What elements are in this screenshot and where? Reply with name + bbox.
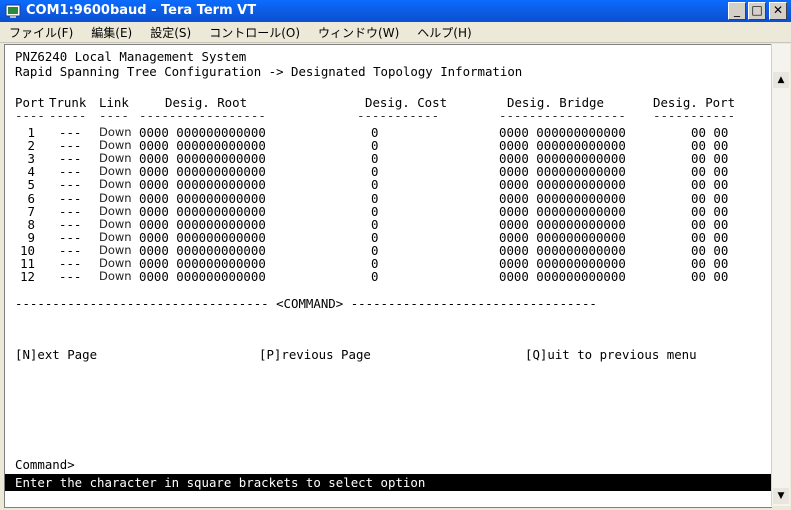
teraterm-app-icon (5, 4, 21, 18)
window-titlebar: COM1:9600baud - Tera Term VT _ □ ✕ (0, 0, 791, 22)
table-header-underline: ---- ----- ---- ----------------- ------… (15, 108, 765, 123)
terminal-screen[interactable]: PNZ6240 Local Management System Rapid Sp… (4, 44, 772, 508)
cell-trunk: --- (59, 269, 82, 285)
scroll-up-arrow-icon: ▲ (777, 74, 785, 85)
cell-desig-port: 00 00 (691, 269, 729, 285)
previous-page-option: [P]revious Page (259, 347, 371, 362)
underline-trunk: ----- (49, 108, 87, 123)
menu-setup[interactable]: 設定(S) (141, 24, 200, 41)
window-controls: _ □ ✕ (728, 2, 787, 20)
underline-cost: ----------- (357, 108, 440, 123)
window-title: COM1:9600baud - Tera Term VT (26, 3, 257, 18)
status-line: Enter the character in square brackets t… (5, 474, 772, 491)
close-icon[interactable]: ✕ (769, 2, 787, 20)
command-separator: ---------------------------------- <COMM… (15, 296, 597, 311)
scroll-down-arrow-icon: ▼ (777, 490, 785, 501)
menu-edit[interactable]: 編集(E) (82, 24, 141, 41)
table-row: 12 --- Down 0000 000000000000 0 0000 00000000… (15, 269, 765, 284)
menu-control[interactable]: コントロール(O) (200, 24, 309, 41)
underline-port: ---- (15, 108, 45, 123)
underline-root: ----------------- (139, 108, 266, 123)
system-title: PNZ6240 Local Management System (15, 49, 247, 64)
quit-option: [Q]uit to previous menu (525, 347, 697, 362)
underline-link: ---- (99, 108, 129, 123)
next-page-option: [N]ext Page (15, 347, 98, 362)
menu-bar: ファイル(F) 編集(E) 設定(S) コントロール(O) ウィンドウ(W) ヘ… (0, 22, 791, 43)
menu-window[interactable]: ウィンドウ(W) (309, 24, 408, 41)
scroll-up-button[interactable]: ▲ (773, 72, 789, 88)
menu-help[interactable]: ヘルプ(H) (408, 24, 480, 41)
cell-desig-cost: 0 (371, 269, 379, 285)
command-prompt: Command> (15, 457, 75, 472)
cell-link: Down (99, 269, 132, 284)
status-text: Enter the character in square brackets t… (15, 475, 426, 490)
maximize-icon[interactable]: □ (748, 2, 766, 20)
menu-file[interactable]: ファイル(F) (0, 24, 82, 41)
page-breadcrumb: Rapid Spanning Tree Configuration -> Des… (15, 64, 523, 79)
underline-bridge: ----------------- (499, 108, 626, 123)
cell-desig-root: 0000 000000000000 (139, 269, 266, 285)
scroll-down-button[interactable]: ▼ (773, 488, 789, 504)
cell-desig-bridge: 0000 000000000000 (499, 269, 626, 285)
minimize-icon[interactable]: _ (728, 2, 746, 20)
cell-port: 12 (20, 269, 35, 285)
underline-dport: ----------- (653, 108, 736, 123)
vertical-scrollbar[interactable]: ▲ ▼ (771, 44, 790, 506)
